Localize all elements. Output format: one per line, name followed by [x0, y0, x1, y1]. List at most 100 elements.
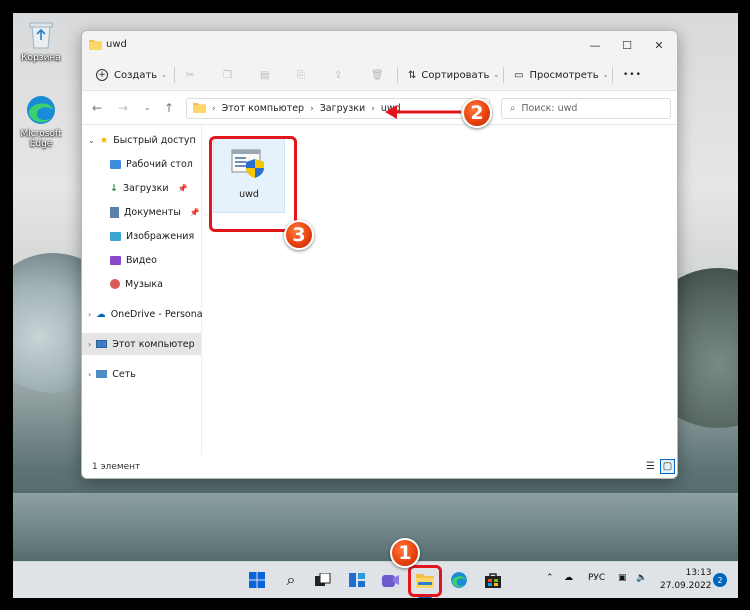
tiles-view-icon[interactable]: ▢: [660, 459, 675, 474]
clock-time: 13:13: [685, 568, 712, 578]
clock-date: 27.09.2022: [660, 581, 712, 591]
breadcrumb-separator: ›: [371, 103, 375, 114]
edge-icon: [24, 93, 58, 127]
back-arrow-icon[interactable]: ←: [92, 101, 102, 115]
nav-item-videos[interactable]: Видео: [110, 249, 157, 271]
breadcrumb-downloads[interactable]: Загрузки: [320, 103, 366, 114]
cut-icon[interactable]: ✂: [186, 66, 194, 84]
network-tray-icon[interactable]: ▣: [618, 573, 627, 583]
pin-icon: 📌: [189, 207, 200, 217]
star-icon: ★: [99, 134, 109, 146]
folder-icon: [89, 39, 102, 53]
teams-chat-icon[interactable]: [379, 568, 403, 592]
videos-icon: [110, 255, 121, 265]
taskbar: ⌕ ⌃ ☁ РУС ▣ 🔈 13:13 27.09.2022 2: [13, 561, 738, 598]
plus-circle-icon: +: [96, 69, 108, 81]
language-indicator[interactable]: РУС: [588, 573, 605, 583]
widgets-icon[interactable]: [345, 568, 369, 592]
nav-onedrive[interactable]: › ☁ OneDrive - Personal: [88, 303, 205, 325]
documents-icon: [110, 206, 119, 218]
rename-icon[interactable]: ⎘: [297, 66, 305, 84]
chevron-down-icon: ⌄: [161, 71, 168, 79]
desktop: Корзина Microsoft Edge uwd — ☐ ✕ + Созда…: [13, 13, 738, 598]
create-label: Создать: [114, 69, 158, 81]
item-count: 1 элемент: [92, 462, 141, 472]
title-bar[interactable]: uwd — ☐ ✕: [82, 31, 677, 59]
maximize-button[interactable]: ☐: [611, 33, 643, 57]
status-bar: 1 элемент ☰ ▢: [82, 455, 677, 478]
delete-icon[interactable]: 🗑: [371, 66, 384, 84]
computer-icon: [96, 340, 108, 348]
desktop-folder-icon: [110, 159, 121, 169]
breadcrumb-this-pc[interactable]: Этот компьютер: [222, 103, 304, 114]
annotation-badge-1: 1: [390, 538, 420, 568]
create-button[interactable]: + Создать ⌄: [96, 66, 167, 84]
store-icon[interactable]: [481, 568, 505, 592]
details-view-icon[interactable]: ☰: [643, 459, 658, 474]
close-button[interactable]: ✕: [643, 33, 675, 57]
folder-icon: [193, 102, 206, 116]
nav-label: Музыка: [125, 278, 163, 290]
up-arrow-icon[interactable]: ↑: [164, 101, 174, 115]
system-clock[interactable]: 13:13 27.09.2022: [660, 567, 712, 593]
recent-chevron-icon[interactable]: ⌄: [144, 103, 151, 112]
nav-label: Загрузки: [122, 182, 169, 194]
music-icon: [110, 279, 120, 289]
start-windows-icon[interactable]: [245, 568, 269, 592]
chevron-down-icon: ⌄: [602, 71, 609, 79]
notification-badge[interactable]: 2: [713, 573, 727, 587]
volume-icon[interactable]: 🔈: [636, 573, 647, 583]
onedrive-tray-icon[interactable]: ☁: [564, 573, 573, 583]
share-icon[interactable]: ⇪: [334, 66, 342, 84]
more-options-button[interactable]: •••: [623, 66, 642, 84]
desktop-icon-edge[interactable]: Microsoft Edge: [13, 93, 69, 149]
nav-item-music[interactable]: Музыка: [110, 273, 163, 295]
chevron-right-icon: ›: [88, 339, 92, 349]
view-label: Просмотреть: [529, 69, 599, 81]
pictures-icon: [110, 231, 121, 241]
cloud-icon: ☁: [96, 308, 106, 320]
navigation-pane: ⌄ ★ Быстрый доступ Рабочий стол 📌 ↓ Загр…: [82, 125, 213, 455]
nav-item-downloads[interactable]: ↓ Загрузки 📌: [110, 177, 187, 199]
nav-label: Сеть: [112, 368, 136, 380]
copy-icon[interactable]: ❐: [223, 66, 232, 84]
annotation-badge-2: 2: [462, 98, 492, 128]
annotation-badge-3: 3: [284, 220, 314, 250]
window-title: uwd: [106, 39, 127, 50]
toolbar-divider: [397, 67, 398, 83]
chevron-down-icon: ⌄: [493, 71, 500, 79]
desktop-icon-label: Microsoft Edge: [20, 129, 62, 149]
annotation-box-file: [209, 136, 297, 232]
nav-this-pc[interactable]: › Этот компьютер: [82, 333, 201, 355]
address-row: ← → ⌄ ↑ › Этот компьютер › Загрузки › uw…: [82, 91, 677, 125]
sort-button[interactable]: ⇅ Сортировать ⌄: [408, 66, 499, 84]
nav-network[interactable]: › Сеть: [88, 363, 136, 385]
paste-icon[interactable]: ▤: [260, 66, 269, 84]
forward-arrow-icon[interactable]: →: [118, 101, 128, 115]
breadcrumb-separator: ›: [212, 103, 216, 114]
toolbar-divider: [612, 67, 613, 83]
task-view-icon[interactable]: [311, 568, 335, 592]
edge-icon[interactable]: [447, 568, 471, 592]
minimize-button[interactable]: —: [579, 33, 611, 57]
sort-icon: ⇅: [408, 69, 417, 81]
nav-quick-access[interactable]: ⌄ ★ Быстрый доступ: [88, 129, 196, 151]
view-icon: ▭: [514, 69, 524, 81]
desktop-icon-recycle-bin[interactable]: Корзина: [13, 17, 69, 63]
pin-icon: 📌: [177, 183, 188, 193]
desktop-icon-label: Корзина: [21, 53, 61, 63]
explorer-window: uwd — ☐ ✕ + Создать ⌄ ✂ ❐ ▤ ⎘ ⇪ 🗑 ⇅ Сорт…: [81, 30, 678, 479]
search-icon[interactable]: ⌕: [279, 568, 303, 592]
nav-item-desktop[interactable]: Рабочий стол 📌: [110, 153, 212, 175]
chevron-down-icon: ⌄: [88, 135, 95, 145]
view-button[interactable]: ▭ Просмотреть ⌄: [514, 66, 609, 84]
search-icon: ⌕: [510, 103, 516, 114]
nav-item-documents[interactable]: Документы 📌: [110, 201, 200, 223]
tray-chevron-up-icon[interactable]: ⌃: [546, 573, 554, 583]
search-input[interactable]: ⌕ Поиск: uwd: [501, 98, 671, 119]
toolbar-divider: [174, 67, 175, 83]
nav-item-pictures[interactable]: Изображения 📌: [110, 225, 213, 247]
nav-label: Документы: [124, 206, 181, 218]
annotation-box-taskbar-explorer: [408, 565, 442, 597]
nav-label: Видео: [126, 254, 157, 266]
